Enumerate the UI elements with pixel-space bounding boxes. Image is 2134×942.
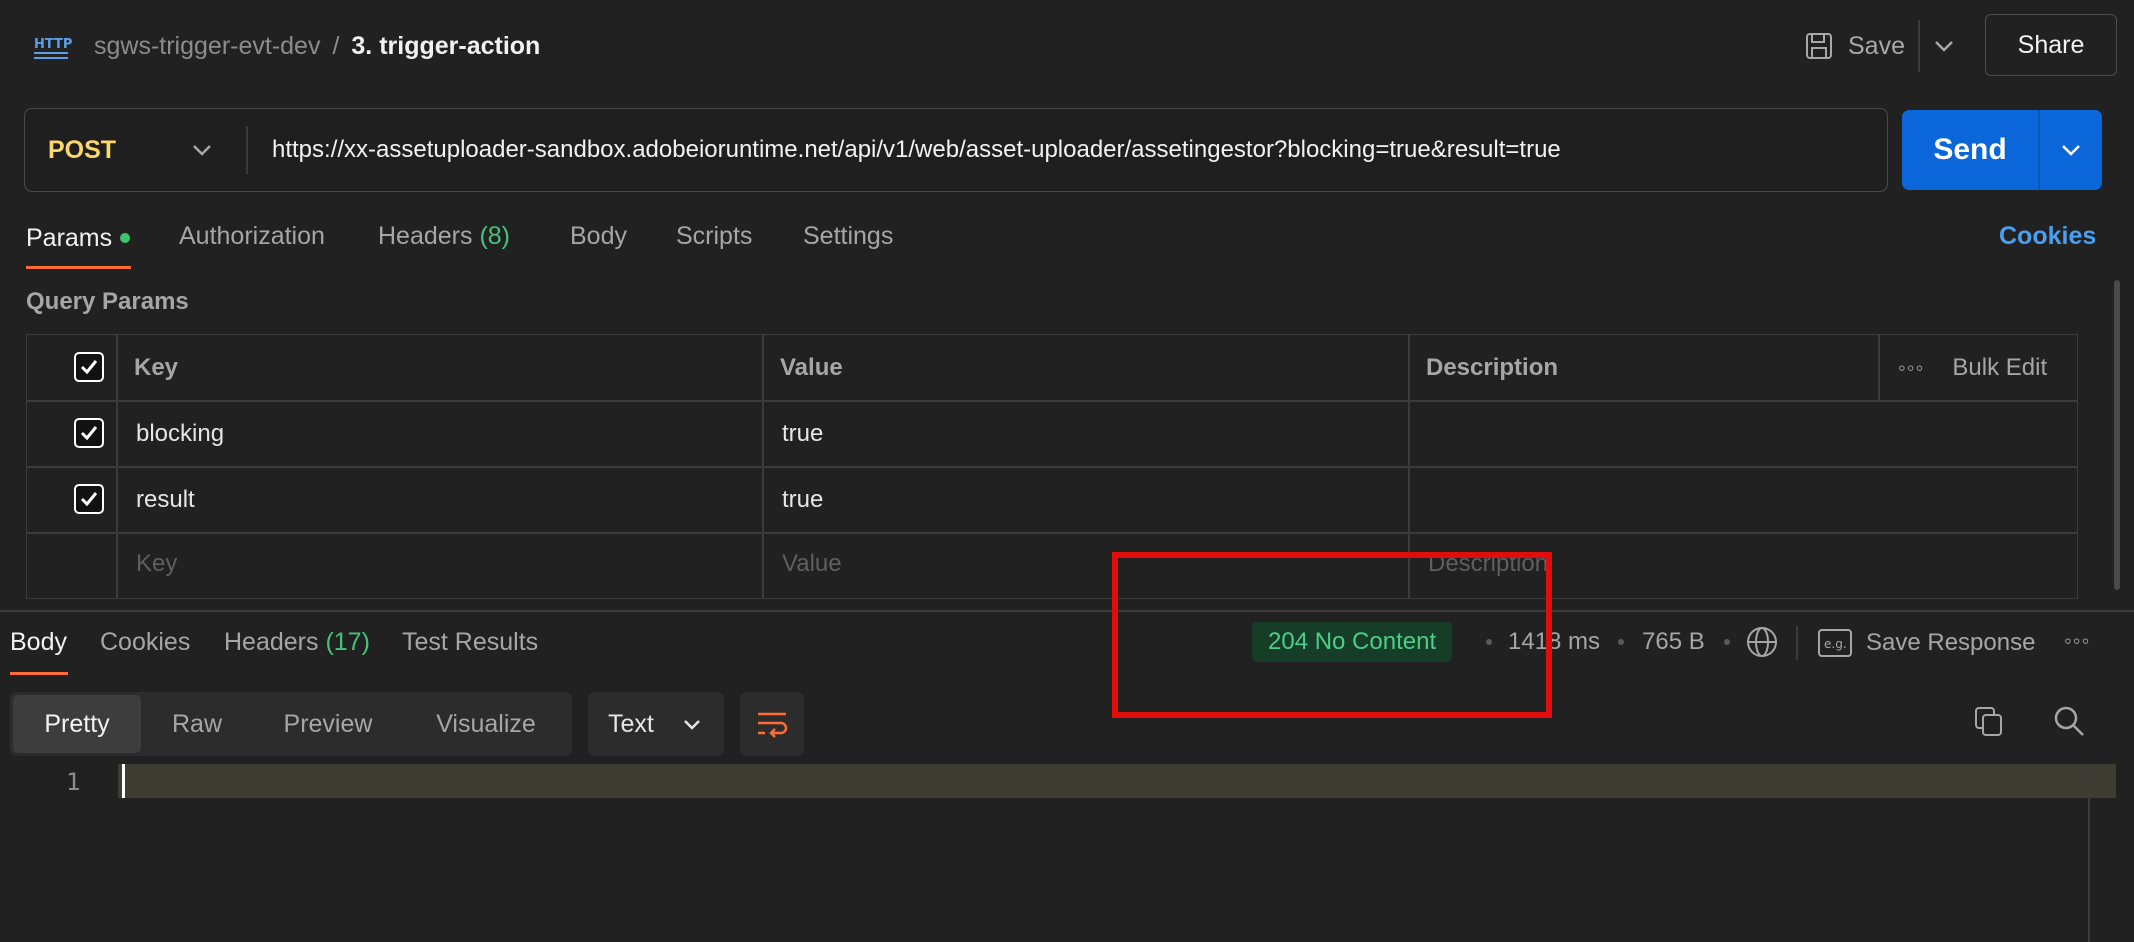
chevron-down-icon: [2061, 145, 2080, 156]
tab-headers-label: Headers: [378, 222, 473, 250]
table-divider: [26, 532, 2078, 534]
mode-visualize[interactable]: Visualize: [403, 695, 569, 753]
highlight-annotation-box: [1112, 552, 1552, 718]
cookies-link[interactable]: Cookies: [1999, 222, 2096, 251]
table-divider: [1878, 334, 1880, 401]
select-all-checkbox[interactable]: [74, 352, 104, 382]
tab-headers-count: (8): [479, 222, 511, 250]
new-param-key-input[interactable]: Key: [136, 550, 177, 578]
separator-dot: [1724, 639, 1730, 645]
request-type-icon: HTTP: [32, 26, 72, 66]
search-icon[interactable]: [2052, 704, 2086, 738]
globe-icon[interactable]: [1745, 625, 1779, 659]
tab-body[interactable]: Body: [570, 222, 627, 251]
separator-dot: [1618, 639, 1624, 645]
request-scrollbar[interactable]: [2114, 280, 2120, 590]
tab-scripts[interactable]: Scripts: [676, 222, 752, 251]
method-chevron-icon[interactable]: [188, 136, 216, 164]
checkmark-icon: [80, 492, 98, 507]
example-icon: e.g.: [1818, 629, 1852, 657]
response-tab-headers-count: (17): [325, 628, 370, 656]
bulk-edit-area: ◦◦◦ Bulk Edit: [1898, 354, 2047, 382]
table-divider: [26, 466, 2078, 468]
save-icon: [1806, 33, 1832, 59]
column-header-description: Description: [1426, 354, 1559, 381]
response-tab-test-results[interactable]: Test Results: [402, 628, 538, 657]
param-key[interactable]: result: [136, 486, 195, 514]
example-icon-text: e.g.: [1824, 637, 1847, 651]
text-cursor: [122, 764, 125, 798]
mode-preview[interactable]: Preview: [253, 695, 403, 753]
mode-pretty[interactable]: Pretty: [13, 695, 141, 753]
tab-params-label: Params: [26, 223, 113, 252]
send-label: Send: [1933, 133, 2007, 166]
new-param-value-input[interactable]: Value: [782, 550, 842, 578]
param-value[interactable]: true: [782, 420, 823, 448]
table-divider: [26, 400, 2078, 402]
format-select[interactable]: Text: [588, 692, 724, 756]
response-tab-headers[interactable]: Headers (17): [224, 628, 370, 657]
body-mode-selector: Pretty Raw Preview Visualize: [10, 692, 572, 756]
share-label: Share: [2017, 30, 2085, 59]
response-tab-cookies[interactable]: Cookies: [100, 628, 190, 657]
response-more-icon[interactable]: ◦◦◦: [2064, 628, 2090, 654]
table-divider: [116, 334, 118, 599]
column-header-value: Value: [780, 354, 843, 381]
save-response-label: Save Response: [1866, 629, 2036, 656]
method-divider: [246, 126, 248, 174]
pane-divider[interactable]: [0, 610, 2134, 612]
method-label: POST: [48, 135, 117, 164]
wrap-lines-icon: [758, 712, 788, 738]
response-size[interactable]: 765 B: [1642, 628, 1705, 656]
save-response-button[interactable]: e.g. Save Response: [1818, 626, 2035, 660]
method-select[interactable]: POST: [48, 130, 116, 170]
breadcrumb-collection[interactable]: sgws-trigger-evt-dev: [94, 32, 320, 61]
line-number: 1: [66, 768, 81, 796]
save-button[interactable]: Save: [1804, 26, 1905, 66]
copy-icon[interactable]: [1972, 704, 2006, 738]
breadcrumb-request-name[interactable]: 3. trigger-action: [351, 32, 540, 61]
send-button-group: Send: [1902, 110, 2102, 190]
table-divider: [762, 334, 764, 599]
response-tab-body[interactable]: Body: [10, 628, 67, 657]
send-button[interactable]: Send: [1902, 110, 2038, 190]
checkmark-icon: [80, 360, 98, 375]
bulk-edit-button[interactable]: Bulk Edit: [1952, 354, 2047, 382]
param-value[interactable]: true: [782, 486, 823, 514]
chevron-down-icon: [1935, 41, 1953, 52]
tab-authorization[interactable]: Authorization: [179, 222, 325, 251]
column-header-key: Key: [134, 354, 179, 381]
format-label: Text: [608, 709, 654, 738]
breadcrumb-separator: /: [332, 31, 340, 60]
query-params-title: Query Params: [26, 288, 189, 315]
url-input[interactable]: https://xx-assetuploader-sandbox.adobeio…: [272, 130, 1561, 170]
share-button[interactable]: Share: [1985, 14, 2117, 76]
checkmark-icon: [80, 426, 98, 441]
editor-scrollbar-edge: [2088, 764, 2090, 942]
response-tab-body-underline: [10, 672, 68, 675]
tab-settings[interactable]: Settings: [803, 222, 893, 251]
tab-params-underline: [26, 266, 131, 269]
http-icon-text: HTTP: [34, 37, 72, 52]
url-text: https://xx-assetuploader-sandbox.adobeio…: [272, 136, 1561, 163]
tab-headers[interactable]: Headers (8): [378, 222, 510, 251]
mode-raw[interactable]: Raw: [141, 695, 253, 753]
save-dropdown-button[interactable]: [1930, 26, 1958, 66]
more-options-icon[interactable]: ◦◦◦: [1898, 355, 1924, 381]
params-active-dot: [120, 233, 131, 243]
tab-params[interactable]: Params: [26, 222, 131, 254]
response-tab-headers-label: Headers: [224, 628, 319, 656]
save-divider: [1918, 20, 1920, 72]
wrap-lines-button[interactable]: [740, 692, 804, 756]
chevron-down-icon: [684, 720, 700, 730]
param-checkbox-result[interactable]: [74, 484, 104, 514]
save-label: Save: [1848, 31, 1905, 60]
send-dropdown-button[interactable]: [2040, 110, 2102, 190]
param-checkbox-blocking[interactable]: [74, 418, 104, 448]
editor-active-line[interactable]: [118, 764, 2116, 798]
breadcrumb: sgws-trigger-evt-dev / 3. trigger-action: [94, 26, 540, 66]
param-key[interactable]: blocking: [136, 420, 224, 448]
meta-divider: [1796, 626, 1798, 660]
